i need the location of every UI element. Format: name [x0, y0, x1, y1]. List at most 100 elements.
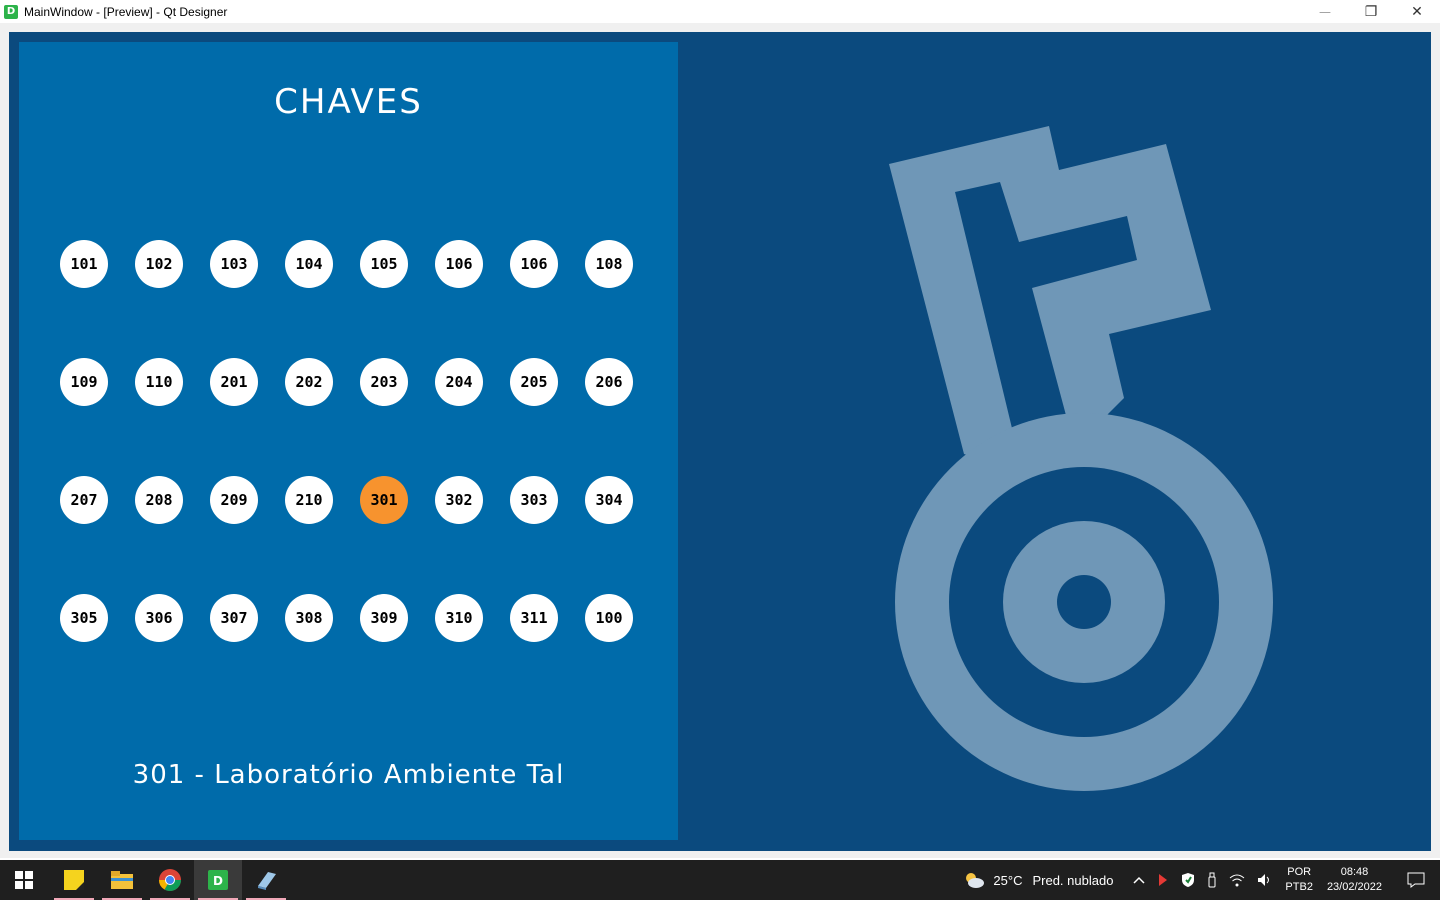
- key-grid: 101 102 103 104 105 106 106 108 109 110 201 202 203 2…: [60, 240, 660, 712]
- key-button-208[interactable]: 208: [135, 476, 183, 524]
- key-button-202[interactable]: 202: [285, 358, 333, 406]
- volume-tray-icon[interactable]: [1257, 873, 1273, 887]
- key-cell: 202: [285, 358, 360, 476]
- security-tray-icon[interactable]: [1181, 872, 1195, 888]
- weather-widget[interactable]: 25°C Pred. nublado: [963, 871, 1113, 889]
- show-hidden-icons-chevron[interactable]: [1133, 876, 1145, 884]
- key-cell: 303: [510, 476, 585, 594]
- key-button-204[interactable]: 204: [435, 358, 483, 406]
- chevron-up-icon: [1133, 876, 1145, 884]
- key-cell: 302: [435, 476, 510, 594]
- usb-icon: [1208, 872, 1216, 888]
- keys-panel: CHAVES 101 102 103 104 105 106 106 108 109 110 201…: [19, 42, 678, 840]
- windows-icon: [15, 871, 33, 889]
- key-cell: 104: [285, 240, 360, 358]
- key-button-108[interactable]: 108: [585, 240, 633, 288]
- key-button-306[interactable]: 306: [135, 594, 183, 642]
- key-button-109[interactable]: 109: [60, 358, 108, 406]
- key-button-106[interactable]: 106: [510, 240, 558, 288]
- key-button-110[interactable]: 110: [135, 358, 183, 406]
- system-tray: 25°C Pred. nublado POR PTB2 08:48 23/02/…: [957, 860, 1440, 900]
- flag-tray-icon[interactable]: [1157, 872, 1169, 888]
- shield-icon: [1182, 873, 1195, 887]
- key-button-102[interactable]: 102: [135, 240, 183, 288]
- key-button-207[interactable]: 207: [60, 476, 108, 524]
- speaker-icon: [1258, 874, 1270, 886]
- key-cell: 102: [135, 240, 210, 358]
- input-language[interactable]: POR PTB2: [1285, 865, 1313, 895]
- key-cell: 108: [585, 240, 660, 358]
- key-button-309[interactable]: 309: [360, 594, 408, 642]
- wifi-icon: [1230, 874, 1245, 887]
- wifi-tray-icon[interactable]: [1229, 873, 1245, 887]
- key-cell: 201: [210, 358, 285, 476]
- taskbar-notepad[interactable]: [242, 860, 290, 900]
- folder-icon: [111, 871, 133, 889]
- key-cell: 306: [135, 594, 210, 712]
- weather-temp: 25°C: [993, 872, 1023, 888]
- close-button[interactable]: ✕: [1394, 0, 1440, 23]
- key-cell: 308: [285, 594, 360, 712]
- key-cell: 103: [210, 240, 285, 358]
- key-button-305[interactable]: 305: [60, 594, 108, 642]
- window-title: MainWindow - [Preview] - Qt Designer: [24, 4, 228, 19]
- chrome-icon: [159, 869, 181, 891]
- key-button-103[interactable]: 103: [210, 240, 258, 288]
- key-cell: 203: [360, 358, 435, 476]
- key-button-308[interactable]: 308: [285, 594, 333, 642]
- key-cell: 206: [585, 358, 660, 476]
- minimize-button[interactable]: —: [1302, 0, 1348, 23]
- taskbar-qt-designer[interactable]: D: [194, 860, 242, 900]
- selected-key-info: 301 - Laboratório Ambiente Tal: [132, 760, 565, 790]
- key-button-201[interactable]: 201: [210, 358, 258, 406]
- key-button-100[interactable]: 100: [585, 594, 633, 642]
- key-cell: 305: [60, 594, 135, 712]
- key-cell: 310: [435, 594, 510, 712]
- clock-time: 08:48: [1340, 866, 1369, 878]
- key-button-304[interactable]: 304: [585, 476, 633, 524]
- key-button-106[interactable]: 106: [435, 240, 483, 288]
- key-button-210[interactable]: 210: [285, 476, 333, 524]
- taskbar-file-explorer[interactable]: [98, 860, 146, 900]
- notepad-icon: [258, 872, 276, 890]
- key-cell: 304: [585, 476, 660, 594]
- key-icon: [889, 126, 1273, 791]
- start-button[interactable]: [0, 860, 48, 900]
- key-button-307[interactable]: 307: [210, 594, 258, 642]
- key-button-310[interactable]: 310: [435, 594, 483, 642]
- taskbar-chrome[interactable]: [146, 860, 194, 900]
- key-cell: 209: [210, 476, 285, 594]
- restore-button[interactable]: ❐: [1348, 0, 1394, 23]
- weather-text: Pred. nublado: [1032, 872, 1114, 888]
- usb-tray-icon[interactable]: [1207, 872, 1217, 888]
- key-cell: 208: [135, 476, 210, 594]
- key-button-311[interactable]: 311: [510, 594, 558, 642]
- key-button-104[interactable]: 104: [285, 240, 333, 288]
- notifications-button[interactable]: [1396, 872, 1436, 888]
- panel-title: CHAVES: [274, 82, 423, 122]
- taskbar-sticky-notes[interactable]: [50, 860, 98, 900]
- key-cell: 307: [210, 594, 285, 712]
- key-cell: 101: [60, 240, 135, 358]
- key-button-209[interactable]: 209: [210, 476, 258, 524]
- key-button-203[interactable]: 203: [360, 358, 408, 406]
- key-button-302[interactable]: 302: [435, 476, 483, 524]
- key-cell: 105: [360, 240, 435, 358]
- key-button-303[interactable]: 303: [510, 476, 558, 524]
- clock[interactable]: 08:48 23/02/2022: [1327, 865, 1382, 895]
- keyboard-layout: PTB2: [1285, 881, 1313, 893]
- qt-designer-icon: D: [4, 4, 18, 19]
- key-button-301[interactable]: 301: [360, 476, 408, 524]
- key-button-205[interactable]: 205: [510, 358, 558, 406]
- key-cell: 205: [510, 358, 585, 476]
- sticky-notes-icon: [64, 870, 84, 890]
- key-button-206[interactable]: 206: [585, 358, 633, 406]
- key-button-101[interactable]: 101: [60, 240, 108, 288]
- title-bar: D MainWindow - [Preview] - Qt Designer —…: [0, 0, 1440, 23]
- key-button-105[interactable]: 105: [360, 240, 408, 288]
- key-cell: 109: [60, 358, 135, 476]
- language-code: POR: [1287, 866, 1312, 878]
- taskbar: D 25°C Pred. nublado POR PTB2 08:48 23/0…: [0, 860, 1440, 900]
- window-client-area: CHAVES 101 102 103 104 105 106 106 108 109 110 201…: [0, 23, 1440, 858]
- key-cell: 301: [360, 476, 435, 594]
